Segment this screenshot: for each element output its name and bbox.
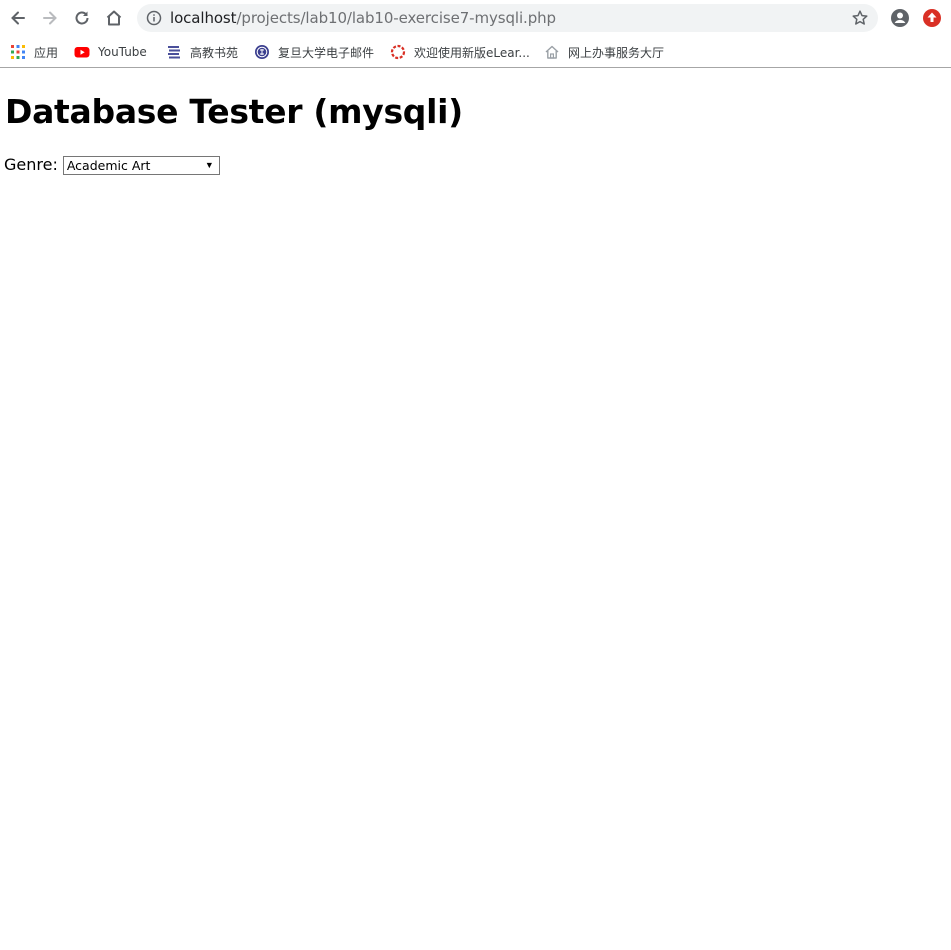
address-bar[interactable]: localhost/projects/lab10/lab10-exercise7… — [137, 4, 878, 32]
arrow-left-icon — [11, 11, 25, 25]
book-stack-icon — [168, 46, 180, 59]
reload-icon — [75, 11, 89, 25]
bookmarks-bar: 应用 YouTube 高教书苑 复旦大学电子邮件 欢迎使用新版eLear... … — [0, 36, 951, 68]
update-available-icon[interactable] — [921, 7, 943, 29]
page-title: Database Tester (mysqli) — [5, 92, 463, 131]
arrow-right-icon — [43, 11, 57, 25]
back-button[interactable] — [6, 6, 30, 30]
reload-button[interactable] — [70, 6, 94, 30]
bookmark-label: 欢迎使用新版eLear... — [414, 45, 530, 60]
house-icon — [545, 45, 559, 59]
bookmark-youtube[interactable]: YouTube — [74, 42, 147, 62]
genre-selected-value: Academic Art — [66, 157, 151, 173]
apps-grid-icon — [11, 45, 25, 59]
bookmark-label: 高教书苑 — [190, 45, 239, 60]
bookmark-label: YouTube — [98, 45, 147, 59]
bookmark-gaojiao[interactable]: 高教书苑 — [166, 42, 238, 62]
url-host: localhost — [170, 9, 237, 27]
bookmark-apps[interactable]: 应用 — [10, 42, 58, 62]
account-icon[interactable] — [889, 7, 911, 29]
page-content: Database Tester (mysqli) Genre: Academic… — [0, 69, 951, 950]
dropdown-arrow-icon: ▼ — [204, 159, 214, 170]
genre-select[interactable]: Academic Art ▼ — [62, 155, 220, 175]
genre-label: Genre: — [4, 155, 58, 174]
bookmark-fudan-mail[interactable]: 复旦大学电子邮件 — [254, 42, 374, 62]
url-text[interactable]: localhost/projects/lab10/lab10-exercise7… — [170, 9, 556, 27]
home-icon — [106, 10, 122, 26]
bookmark-elearning[interactable]: 欢迎使用新版eLear... — [390, 42, 530, 62]
youtube-icon — [74, 47, 90, 58]
bookmark-label: 网上办事服务大厅 — [568, 45, 665, 60]
home-button[interactable] — [102, 6, 126, 30]
elearning-ring-icon — [390, 44, 406, 60]
info-icon[interactable] — [146, 10, 162, 26]
bookmark-online-service[interactable]: 网上办事服务大厅 — [544, 42, 664, 62]
star-icon[interactable] — [851, 9, 869, 27]
bookmark-label: 应用 — [34, 45, 59, 60]
fudan-seal-icon — [255, 45, 269, 59]
genre-row: Genre: Academic Art ▼ — [4, 155, 220, 175]
bookmark-label: 复旦大学电子邮件 — [278, 45, 375, 60]
browser-toolbar: localhost/projects/lab10/lab10-exercise7… — [0, 0, 951, 36]
url-path: /projects/lab10/lab10-exercise7-mysqli.p… — [236, 9, 556, 27]
forward-button[interactable] — [38, 6, 62, 30]
